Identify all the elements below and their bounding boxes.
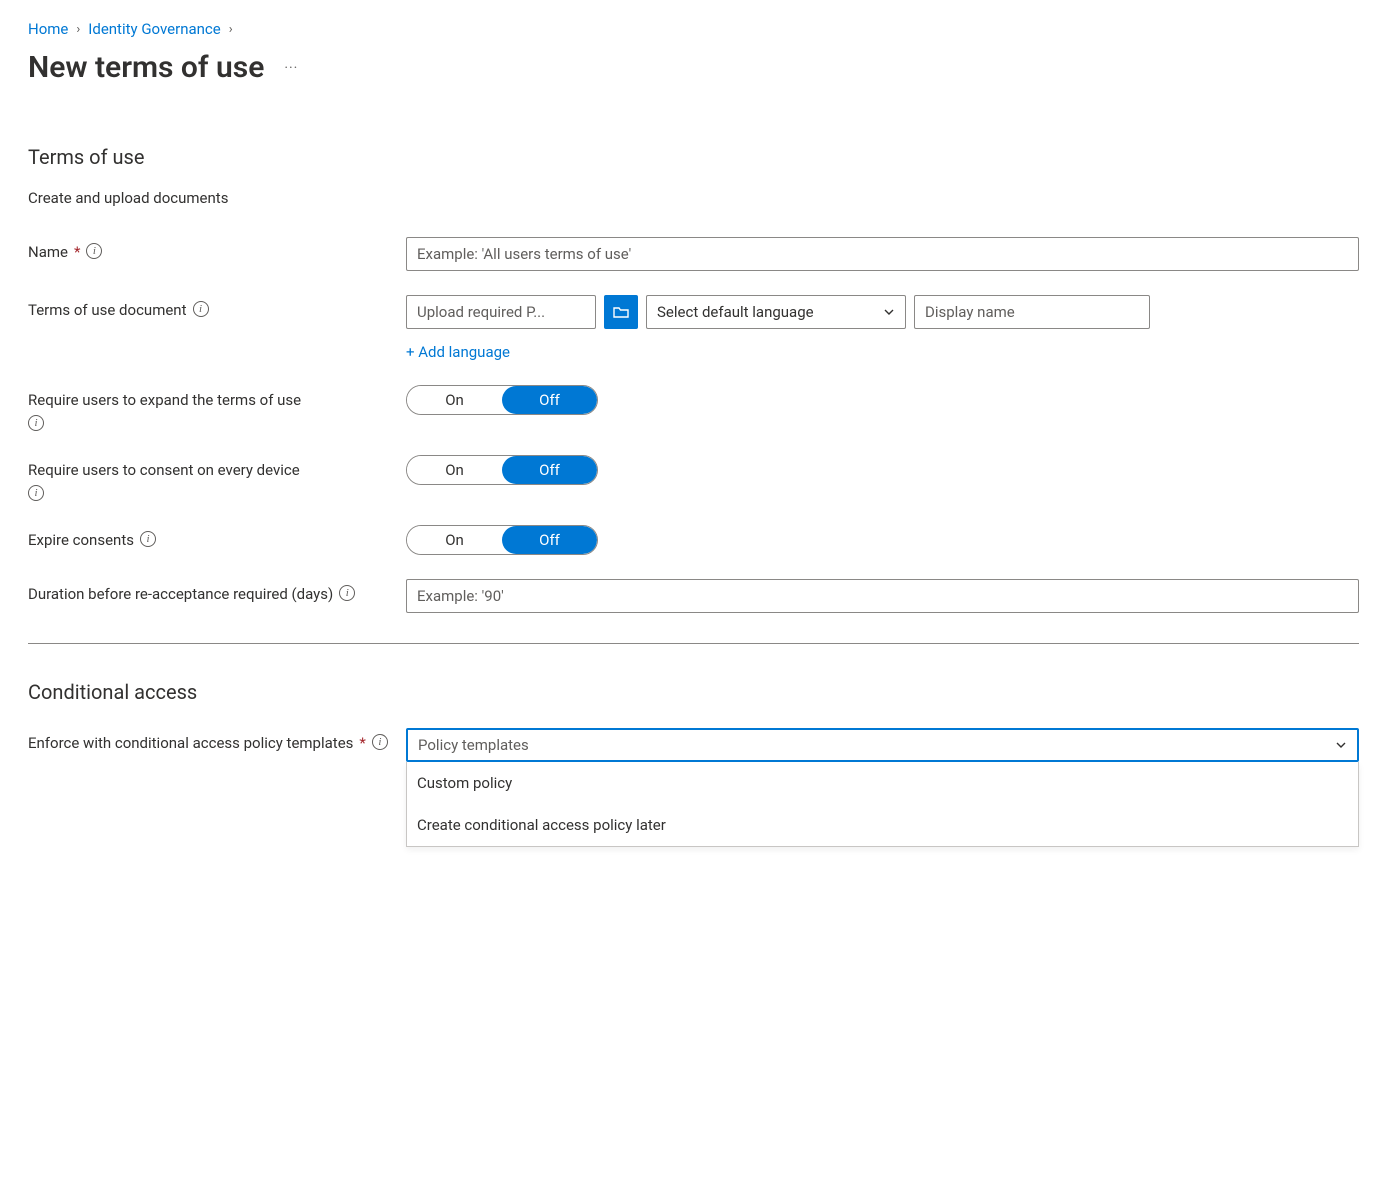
page-title-row: New terms of use ···	[28, 50, 1359, 85]
label-enforce-ca: Enforce with conditional access policy t…	[28, 728, 406, 752]
chevron-down-icon	[883, 306, 895, 318]
info-icon[interactable]: i	[339, 585, 355, 601]
policy-option-create-later[interactable]: Create conditional access policy later	[407, 804, 1358, 846]
toggle-consent-every-device[interactable]: On Off	[406, 455, 598, 485]
breadcrumb: Home › Identity Governance ›	[28, 20, 1359, 38]
control-duration	[406, 579, 1359, 613]
policy-template-select[interactable]: Policy templates	[406, 728, 1359, 762]
upload-pdf-input[interactable]: Upload required P...	[406, 295, 596, 329]
info-icon[interactable]: i	[140, 531, 156, 547]
toggle-off[interactable]: Off	[502, 526, 597, 554]
toggle-off[interactable]: Off	[502, 386, 597, 414]
toggle-off[interactable]: Off	[502, 456, 597, 484]
control-consent-every-device: On Off	[406, 455, 1359, 485]
breadcrumb-identity-governance[interactable]: Identity Governance	[88, 20, 220, 38]
label-name: Name * i	[28, 237, 406, 261]
info-icon[interactable]: i	[86, 243, 102, 259]
section-divider	[28, 643, 1359, 644]
row-require-expand: Require users to expand the terms of use…	[28, 385, 1359, 431]
toggle-on[interactable]: On	[407, 456, 502, 484]
info-icon[interactable]: i	[193, 301, 209, 317]
add-language-link[interactable]: + Add language	[406, 343, 510, 361]
section-title-tou: Terms of use	[28, 145, 1359, 169]
control-name	[406, 237, 1359, 271]
label-document-text: Terms of use document	[28, 301, 187, 319]
control-enforce-ca: Policy templates Custom policy Create co…	[406, 728, 1359, 847]
section-subtitle-tou: Create and upload documents	[28, 189, 1359, 207]
control-document: Upload required P... Select default lang…	[406, 295, 1359, 361]
required-asterisk: *	[359, 734, 365, 752]
section-title-ca: Conditional access	[28, 680, 1359, 704]
label-duration: Duration before re-acceptance required (…	[28, 579, 406, 603]
policy-template-dropdown: Custom policy Create conditional access …	[406, 762, 1359, 847]
policy-option-custom[interactable]: Custom policy	[407, 762, 1358, 804]
row-name: Name * i	[28, 237, 1359, 271]
breadcrumb-home[interactable]: Home	[28, 20, 68, 38]
browse-folder-button[interactable]	[604, 295, 638, 329]
toggle-expire-consents[interactable]: On Off	[406, 525, 598, 555]
info-icon[interactable]: i	[28, 485, 44, 501]
policy-template-select-text: Policy templates	[418, 736, 529, 754]
display-name-input[interactable]	[914, 295, 1150, 329]
toggle-on[interactable]: On	[407, 386, 502, 414]
language-select[interactable]: Select default language	[646, 295, 906, 329]
row-document: Terms of use document i Upload required …	[28, 295, 1359, 361]
control-require-expand: On Off	[406, 385, 1359, 415]
required-asterisk: *	[74, 243, 80, 261]
label-document: Terms of use document i	[28, 295, 406, 319]
label-enforce-ca-text: Enforce with conditional access policy t…	[28, 734, 353, 752]
row-consent-every-device: Require users to consent on every device…	[28, 455, 1359, 501]
control-expire-consents: On Off	[406, 525, 1359, 555]
toggle-on[interactable]: On	[407, 526, 502, 554]
folder-icon	[612, 303, 630, 321]
chevron-down-icon	[1335, 739, 1347, 751]
info-icon[interactable]: i	[372, 734, 388, 750]
row-expire-consents: Expire consents i On Off	[28, 525, 1359, 555]
chevron-right-icon: ›	[76, 22, 80, 37]
chevron-right-icon: ›	[229, 22, 233, 37]
row-enforce-ca: Enforce with conditional access policy t…	[28, 728, 1359, 847]
label-expire-consents-text: Expire consents	[28, 531, 134, 549]
duration-input[interactable]	[406, 579, 1359, 613]
label-duration-text: Duration before re-acceptance required (…	[28, 585, 333, 603]
page-title: New terms of use	[28, 50, 264, 85]
name-input[interactable]	[406, 237, 1359, 271]
label-consent-every-device-text: Require users to consent on every device	[28, 461, 406, 479]
document-row: Upload required P... Select default lang…	[406, 295, 1359, 329]
label-expire-consents: Expire consents i	[28, 525, 406, 549]
label-require-expand: Require users to expand the terms of use…	[28, 385, 406, 431]
more-icon[interactable]: ···	[278, 56, 304, 80]
language-select-text: Select default language	[657, 303, 814, 321]
toggle-require-expand[interactable]: On Off	[406, 385, 598, 415]
row-duration: Duration before re-acceptance required (…	[28, 579, 1359, 613]
label-require-expand-text: Require users to expand the terms of use	[28, 391, 406, 409]
info-icon[interactable]: i	[28, 415, 44, 431]
label-name-text: Name	[28, 243, 68, 261]
label-consent-every-device: Require users to consent on every device…	[28, 455, 406, 501]
